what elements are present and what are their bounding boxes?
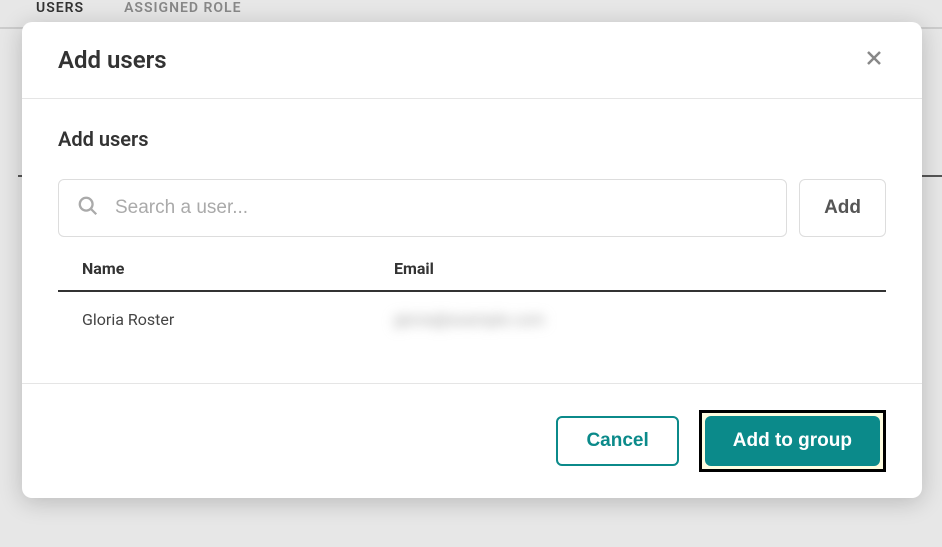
section-title: Add users <box>58 127 886 151</box>
search-wrapper <box>58 179 787 237</box>
primary-button-highlight: Add to group <box>699 410 886 472</box>
search-input[interactable] <box>99 197 768 219</box>
search-icon <box>77 195 99 221</box>
cancel-button[interactable]: Cancel <box>556 416 678 466</box>
add-users-modal: Add users Add users Add Name <box>22 22 922 498</box>
table-row: Gloria Roster gloria@example.com <box>58 292 886 347</box>
modal-title: Add users <box>58 46 167 74</box>
column-header-name: Name <box>82 259 394 278</box>
modal-header: Add users <box>22 22 922 99</box>
add-button[interactable]: Add <box>799 179 886 237</box>
cell-name: Gloria Roster <box>82 310 394 329</box>
column-header-email: Email <box>394 259 862 278</box>
modal-footer: Cancel Add to group <box>22 383 922 498</box>
search-row: Add <box>58 179 886 237</box>
close-icon <box>862 46 886 70</box>
table-header: Name Email <box>58 259 886 292</box>
cell-email-redacted: gloria@example.com <box>394 310 862 329</box>
close-button[interactable] <box>862 46 886 74</box>
modal-body: Add users Add Name Email Gloria Roster g… <box>22 99 922 383</box>
add-to-group-button[interactable]: Add to group <box>705 416 880 466</box>
